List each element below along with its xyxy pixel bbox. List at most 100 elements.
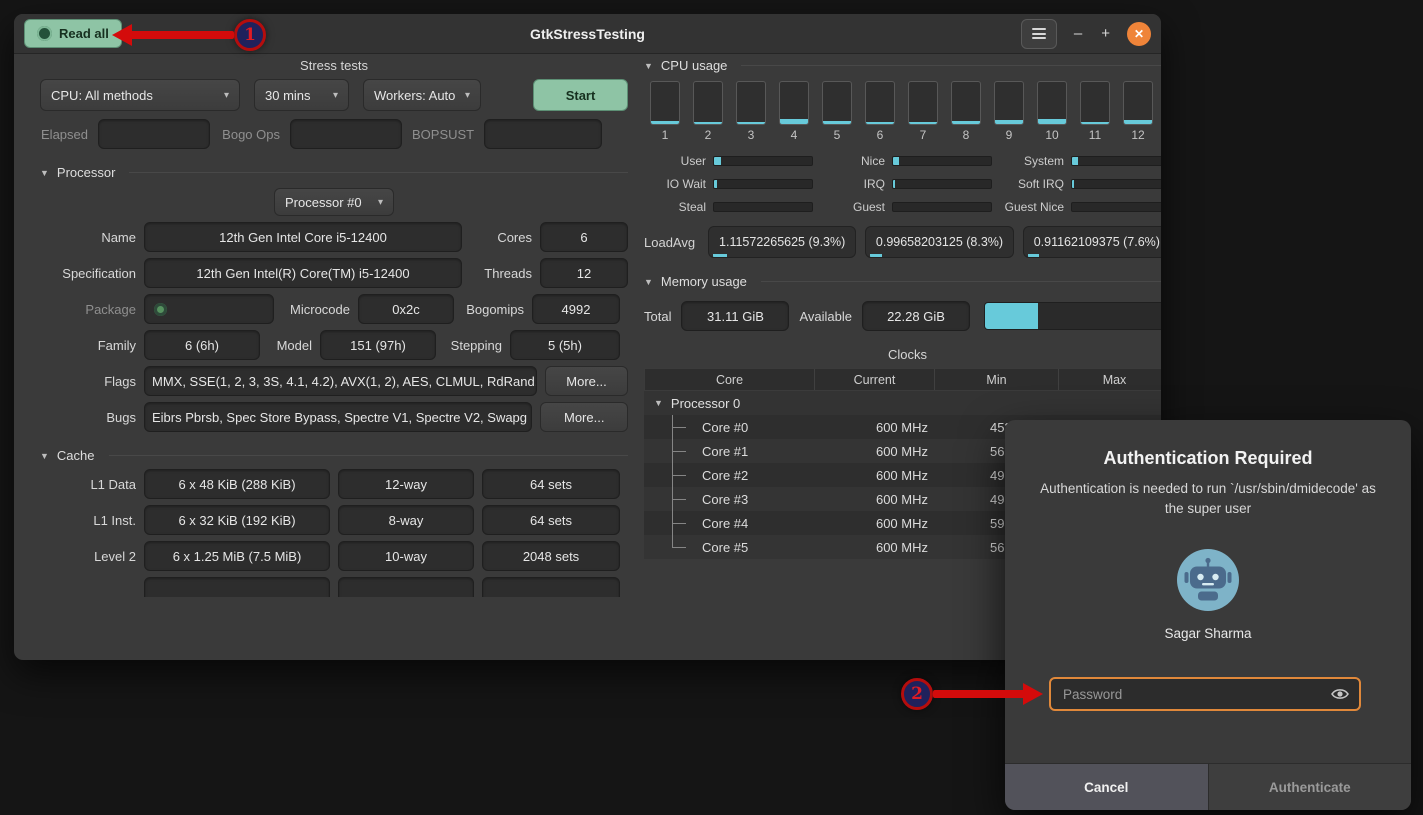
cache-row-label: L1 Inst. [40, 513, 136, 528]
cpu-stat-bar [1071, 156, 1161, 166]
cpu-stat-bar [713, 179, 813, 189]
duration-value: 30 mins [265, 88, 311, 103]
cpu-core-meter: 6 [865, 81, 895, 142]
bogo-ops-field[interactable] [290, 119, 402, 149]
column-core[interactable]: Core [645, 369, 815, 390]
cpu-usage-expander[interactable]: ▼ CPU usage [644, 58, 1161, 73]
workers-value: Workers: Auto [374, 88, 455, 103]
tree-branch [672, 415, 690, 439]
close-button[interactable]: ✕ [1127, 22, 1151, 46]
memory-usage-bar [984, 302, 1161, 330]
core-meter-label: 1 [662, 128, 669, 142]
read-all-label: Read all [59, 26, 109, 41]
expander-arrow-icon: ▼ [644, 277, 653, 287]
cpu-core-meter: 11 [1080, 81, 1110, 142]
maximize-button[interactable]: + [1099, 25, 1112, 42]
tree-expander-icon[interactable]: ▼ [654, 398, 663, 408]
processor-section-title: Processor [57, 165, 116, 180]
cpu-stat: Nice [823, 154, 992, 168]
cpu-stat: Guest [823, 200, 992, 214]
family-label: Family [40, 338, 136, 353]
cache-sets-field: 64 sets [482, 469, 620, 499]
core-name: Core #1 [702, 444, 748, 459]
cpu-name-field: 12th Gen Intel Core i5-12400 [144, 222, 462, 252]
memory-total-field: 31.11 GiB [681, 301, 789, 331]
core-meter-label: 9 [1006, 128, 1013, 142]
window-title: GtkStressTesting [530, 26, 645, 42]
workers-dropdown[interactable]: Workers: Auto ▾ [363, 79, 481, 111]
show-password-button[interactable] [1325, 687, 1349, 701]
core-current-freq: 600 MHz [814, 516, 934, 531]
cpu-core-meter: 7 [908, 81, 938, 142]
start-button[interactable]: Start [533, 79, 628, 111]
cpu-stat-label: User [644, 154, 706, 168]
tree-branch [672, 463, 690, 487]
loadavg-text: 0.99658203125 (8.3%) [876, 235, 1003, 249]
bogo-ops-label: Bogo Ops [220, 127, 280, 142]
cache-section-expander[interactable]: ▼ Cache [40, 448, 628, 463]
chevron-down-icon: ▾ [465, 90, 470, 101]
cores-label: Cores [470, 230, 532, 245]
cache-ways-field: 8-way [338, 505, 474, 535]
microcode-label: Microcode [282, 302, 350, 317]
core-cell: Core #4 [644, 511, 814, 535]
core-meter-gauge [736, 81, 766, 125]
processor-group-row[interactable]: ▼ Processor 0 [644, 391, 1161, 415]
password-input[interactable] [1061, 686, 1325, 703]
cpu-core-meter: 8 [951, 81, 981, 142]
loadavg-value: 0.91162109375 (7.6%) [1023, 226, 1161, 258]
specification-field: 12th Gen Intel(R) Core(TM) i5-12400 [144, 258, 462, 288]
menu-button[interactable] [1021, 19, 1057, 49]
loadavg-text: 1.11572265625 (9.3%) [719, 235, 845, 249]
core-meter-gauge [1037, 81, 1067, 125]
memory-available-label: Available [799, 309, 852, 324]
tree-branch [672, 511, 690, 535]
cache-row-partial [40, 577, 628, 597]
read-all-button[interactable]: Read all [24, 19, 122, 48]
processor-section-expander[interactable]: ▼ Processor [40, 165, 628, 180]
annotation-arrow-2 [933, 690, 1025, 698]
memory-total-label: Total [644, 309, 671, 324]
minimize-button[interactable]: – [1072, 25, 1084, 42]
processor-selector-dropdown[interactable]: Processor #0 ▾ [274, 188, 394, 216]
chevron-down-icon: ▾ [378, 197, 383, 208]
elapsed-label: Elapsed [40, 127, 88, 142]
core-meter-label: 4 [791, 128, 798, 142]
duration-dropdown[interactable]: 30 mins ▾ [254, 79, 349, 111]
cpu-stat-bar [892, 156, 992, 166]
authenticate-button[interactable]: Authenticate [1209, 764, 1412, 810]
cpu-stat-label: Steal [644, 200, 706, 214]
core-meter-fill [1124, 120, 1152, 124]
loadavg-values: 1.11572265625 (9.3%) 0.99658203125 (8.3%… [708, 226, 1161, 258]
core-meter-fill [651, 121, 679, 124]
expander-arrow-icon: ▼ [40, 451, 49, 461]
bopsust-field[interactable] [484, 119, 602, 149]
cpu-method-dropdown[interactable]: CPU: All methods ▾ [40, 79, 240, 111]
threads-label: Threads [470, 266, 532, 281]
microcode-field: 0x2c [358, 294, 454, 324]
bugs-more-button[interactable]: More... [540, 402, 628, 432]
cancel-button[interactable]: Cancel [1005, 764, 1209, 810]
close-icon: ✕ [1134, 27, 1144, 41]
cpu-stat-bar [892, 179, 992, 189]
name-label: Name [40, 230, 136, 245]
elapsed-field[interactable] [98, 119, 210, 149]
core-meter-fill [909, 122, 937, 124]
column-min[interactable]: Min [935, 369, 1059, 390]
core-meter-fill [866, 122, 894, 124]
flags-more-button[interactable]: More... [545, 366, 628, 396]
memory-usage-expander[interactable]: ▼ Memory usage [644, 274, 1161, 289]
core-meter-fill [694, 122, 722, 124]
core-meter-gauge [1123, 81, 1153, 125]
cpu-stat: Soft IRQ [1002, 177, 1161, 191]
column-current[interactable]: Current [815, 369, 935, 390]
chevron-down-icon: ▾ [224, 90, 229, 101]
read-all-icon [37, 26, 52, 41]
cpu-stat: IO Wait [644, 177, 813, 191]
cpu-stat-fill [893, 180, 895, 188]
processor-group-label: Processor 0 [671, 396, 740, 411]
column-max[interactable]: Max [1059, 369, 1161, 390]
core-meter-label: 7 [920, 128, 927, 142]
bopsust-label: BOPSUST [412, 127, 474, 142]
cpu-stat-bar [713, 156, 813, 166]
